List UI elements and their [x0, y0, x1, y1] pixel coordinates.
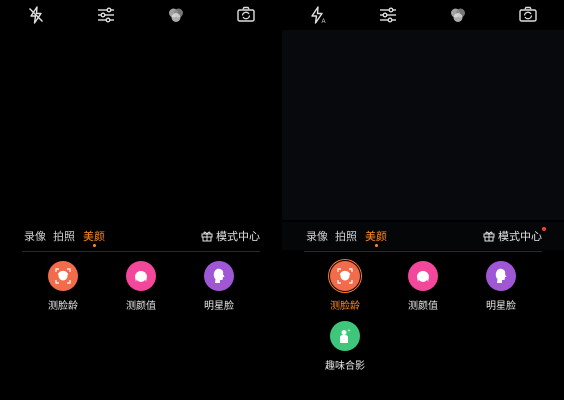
effect-label: 测脸龄: [48, 301, 78, 312]
filter-circles-icon[interactable]: [166, 5, 186, 25]
group-photo-icon: +: [330, 321, 360, 351]
effect-face-score[interactable]: 测颜值: [111, 261, 171, 312]
effect-label: 测颜值: [126, 301, 156, 312]
settings-sliders-icon[interactable]: [96, 5, 116, 25]
effect-star-face[interactable]: 明星脸: [189, 261, 249, 312]
svg-text:A: A: [322, 19, 326, 25]
effect-label: 测颜值: [408, 301, 438, 312]
notification-badge: [542, 227, 546, 231]
tab-beauty-label: 美颜: [365, 230, 387, 243]
mode-tabs-bar: 录像 拍照 美颜 模式中心: [0, 222, 282, 250]
effect-face-score[interactable]: 测颜值: [393, 261, 453, 312]
switch-camera-icon[interactable]: [518, 5, 538, 25]
effect-star-face[interactable]: 明星脸: [471, 261, 531, 312]
effect-label: 明星脸: [204, 301, 234, 312]
effect-label: 趣味合影: [325, 361, 365, 372]
effect-face-age[interactable]: 测脸龄: [315, 261, 375, 312]
face-age-icon: [330, 261, 360, 291]
filter-circles-icon[interactable]: [448, 5, 468, 25]
gift-icon: [201, 230, 213, 242]
mode-tabs-bar: 录像 拍照 美颜 模式中心: [282, 222, 564, 250]
tab-beauty[interactable]: 美颜: [83, 228, 105, 247]
effect-label: 明星脸: [486, 301, 516, 312]
effect-label: 测脸龄: [330, 301, 360, 312]
tab-photo[interactable]: 拍照: [53, 228, 75, 244]
right-camera-screen: A 录像 拍照 美颜 模式中心 测脸龄 测颜值 明星脸 + 趣味合影: [282, 0, 564, 400]
gift-icon: [483, 230, 495, 242]
camera-viewfinder: [282, 30, 564, 220]
tab-beauty-label: 美颜: [83, 230, 105, 243]
active-tab-indicator: [93, 244, 96, 247]
face-score-icon: [408, 261, 438, 291]
tab-record[interactable]: 录像: [306, 228, 328, 244]
flash-auto-icon[interactable]: A: [308, 5, 328, 25]
star-face-icon: [486, 261, 516, 291]
mode-center-button[interactable]: 模式中心: [483, 227, 546, 244]
effect-group-photo[interactable]: + 趣味合影: [315, 321, 375, 372]
top-toolbar: A: [282, 0, 564, 30]
effect-face-age[interactable]: 测脸龄: [33, 261, 93, 312]
tab-photo[interactable]: 拍照: [335, 228, 357, 244]
top-toolbar: [0, 0, 282, 30]
star-face-icon: [204, 261, 234, 291]
mode-center-label: 模式中心: [216, 230, 260, 243]
switch-camera-icon[interactable]: [236, 5, 256, 25]
tab-record[interactable]: 录像: [24, 228, 46, 244]
tab-beauty[interactable]: 美颜: [365, 228, 387, 247]
divider: [22, 251, 260, 252]
mode-center-button[interactable]: 模式中心: [201, 228, 260, 244]
divider: [304, 251, 542, 252]
flash-off-icon[interactable]: [26, 5, 46, 25]
active-tab-indicator: [375, 244, 378, 247]
svg-text:+: +: [348, 328, 351, 334]
face-score-icon: [126, 261, 156, 291]
settings-sliders-icon[interactable]: [378, 5, 398, 25]
left-camera-screen: 录像 拍照 美颜 模式中心 测脸龄 测颜值 明星脸: [0, 0, 282, 400]
face-age-icon: [48, 261, 78, 291]
mode-center-label: 模式中心: [498, 230, 542, 243]
mode-center-label-wrap: 模式中心: [498, 227, 546, 244]
